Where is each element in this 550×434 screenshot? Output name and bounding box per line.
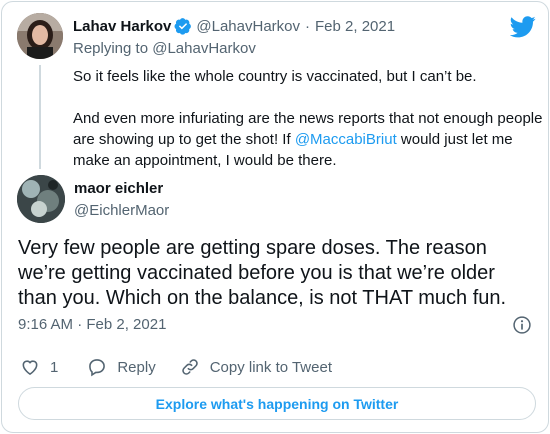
like-count: 1: [50, 358, 59, 376]
tweet-actions-bar: 1 Reply Copy link to Tweet: [20, 357, 332, 377]
heart-icon: [22, 360, 38, 376]
copy-link-action[interactable]: Copy link to Tweet: [180, 357, 332, 377]
parent-tweet-header: Lahav Harkov @LahavHarkov · Feb 2, 2021: [73, 17, 395, 35]
reply-label: Reply: [117, 358, 156, 376]
info-icon[interactable]: [512, 315, 532, 335]
thread-connector-line: [39, 65, 41, 169]
reply-author-name[interactable]: maor eichler: [74, 180, 163, 197]
header-separator: ·: [305, 17, 310, 35]
explore-twitter-button[interactable]: Explore what's happening on Twitter: [18, 387, 536, 420]
twitter-bird-icon[interactable]: [510, 16, 536, 38]
reply-action[interactable]: Reply: [87, 357, 156, 377]
tweet-date[interactable]: Feb 2, 2021: [315, 18, 395, 35]
replying-to-prefix: Replying to: [73, 40, 153, 57]
author-name[interactable]: Lahav Harkov: [73, 18, 171, 35]
reply-author-handle[interactable]: @EichlerMaor: [74, 202, 169, 219]
avatar-lahav-harkov[interactable]: [17, 13, 63, 59]
replying-to-line: Replying to @LahavHarkov: [73, 40, 256, 57]
mention-link[interactable]: @MaccabiBriut: [295, 131, 397, 148]
copy-link-label: Copy link to Tweet: [209, 358, 332, 376]
parent-paragraph-1: So it feels like the whole country is va…: [73, 68, 477, 85]
embedded-tweet-card: Lahav Harkov @LahavHarkov · Feb 2, 2021 …: [1, 1, 549, 433]
parent-tweet-text: So it feels like the whole country is va…: [73, 66, 543, 192]
reply-timestamp[interactable]: 9:16 AM · Feb 2, 2021: [18, 316, 166, 333]
verified-badge-icon: [174, 18, 192, 35]
reply-tweet-text: Very few people are getting spare doses.…: [18, 237, 507, 309]
author-handle[interactable]: @LahavHarkov: [196, 18, 300, 35]
like-action[interactable]: 1: [20, 357, 58, 377]
link-icon: [181, 359, 198, 375]
reply-bubble-icon: [89, 359, 106, 377]
parent-paragraph-2: And even more infuriating are the news r…: [73, 108, 543, 171]
replying-to-handle[interactable]: @LahavHarkov: [152, 40, 256, 57]
avatar-maor-eichler[interactable]: [17, 175, 65, 223]
